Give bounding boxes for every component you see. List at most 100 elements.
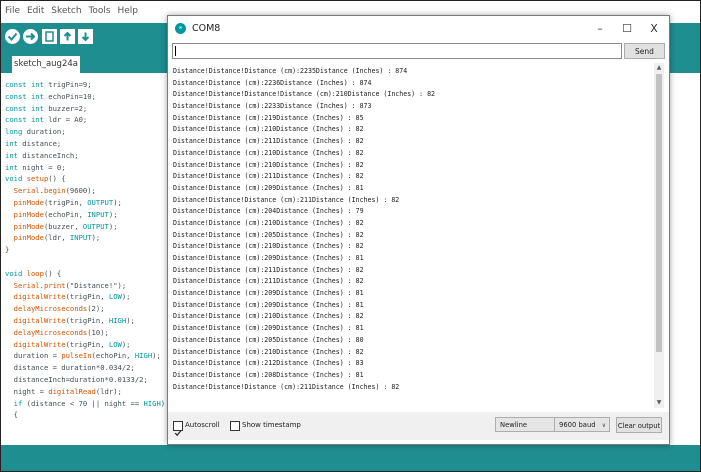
serial-output[interactable]: Distance!Distance!Distance (cm):2235Dist… — [172, 63, 654, 408]
code-line: duration = pulseIn(echoPin, HIGH); — [5, 350, 165, 362]
close-icon: X — [650, 22, 658, 35]
clear-output-button[interactable]: Clear output — [616, 417, 662, 433]
scroll-up-icon[interactable]: ▲ — [654, 63, 664, 73]
code-token: ); — [108, 209, 118, 219]
code-token: buzzer=2; — [43, 103, 88, 113]
window-title: COM8 — [192, 23, 221, 34]
output-line: Distance!Distance (cm):211Distance (Inch… — [173, 265, 364, 274]
checkmark-icon — [174, 430, 182, 437]
menu-file[interactable]: File — [5, 1, 20, 21]
code-token: distanceInch; — [17, 150, 79, 160]
code-line: void loop() { — [5, 268, 165, 280]
output-line: Distance!Distance (cm):219Distance (Inch… — [173, 113, 364, 122]
menu-tools[interactable]: Tools — [88, 1, 110, 21]
output-line: Distance!Distance (cm):211Distance (Inch… — [173, 277, 364, 286]
maximize-button[interactable]: ☐ — [615, 16, 639, 42]
code-token: OUTPUT — [82, 221, 109, 231]
output-line: Distance!Distance (cm):2236Distance (Inc… — [173, 78, 372, 87]
serial-input-field[interactable] — [172, 43, 622, 59]
baud-rate-value: 9600 baud — [559, 421, 596, 429]
code-token: (2); — [87, 304, 105, 314]
minimize-icon: – — [597, 22, 603, 35]
code-token: (echoPin, — [43, 209, 88, 219]
output-line: Distance!Distance (cm):209Distance (Inch… — [173, 300, 364, 309]
save-button[interactable] — [78, 29, 93, 44]
verify-button[interactable] — [5, 29, 20, 44]
code-line: long duration; — [5, 126, 165, 138]
output-line: Distance!Distance (cm):205Distance (Inch… — [173, 335, 364, 344]
code-token: ); — [126, 315, 135, 325]
menu-help[interactable]: Help — [118, 1, 139, 21]
code-token: delayMicroseconds — [13, 304, 88, 314]
code-token: (10); — [87, 327, 109, 337]
code-line: pinMode(buzzer, OUTPUT); — [5, 221, 165, 233]
close-button[interactable]: X — [642, 16, 666, 42]
code-token: const int — [5, 80, 44, 89]
line-ending-value: Newline — [500, 421, 528, 429]
autoscroll-checkbox[interactable] — [173, 421, 183, 437]
menu-sketch[interactable]: Sketch — [51, 1, 81, 21]
code-token: Serial — [13, 186, 40, 196]
code-token: ) — [160, 398, 166, 408]
arduino-icon: ∞ — [175, 23, 186, 34]
output-lines: Distance!Distance!Distance (cm):2235Dist… — [173, 66, 435, 393]
code-token: if — [13, 398, 23, 408]
code-line: int night = 0; — [5, 162, 165, 174]
code-token: distanceInch=duration*0.0133/2; — [5, 374, 148, 384]
code-token: long — [5, 127, 23, 137]
code-token: (trigPin, — [43, 197, 88, 207]
code-token: digitalWrite — [13, 292, 66, 302]
line-ending-select[interactable]: Newline ∨ — [495, 417, 563, 432]
code-token: LOW — [108, 292, 122, 302]
code-token: HIGH — [143, 398, 161, 408]
code-token: int — [5, 138, 18, 148]
code-token: pinMode — [13, 221, 44, 231]
upload-button[interactable] — [23, 29, 38, 44]
code-token: { — [5, 410, 18, 420]
code-token: pulseIn — [61, 351, 92, 361]
ide-console-area — [1, 445, 700, 471]
show-timestamp-label: Show timestamp — [242, 421, 301, 429]
code-token: () { — [43, 268, 62, 278]
scroll-down-icon[interactable]: ▼ — [654, 398, 664, 408]
send-button[interactable]: Send — [624, 43, 665, 59]
show-timestamp-checkbox[interactable] — [230, 421, 240, 431]
code-token: int — [5, 150, 18, 160]
code-token: void — [5, 268, 23, 278]
code-line: pinMode(trigPin, OUTPUT); — [5, 197, 165, 209]
new-sketch-button[interactable] — [42, 29, 57, 44]
open-button[interactable] — [60, 29, 75, 44]
output-line: Distance!Distance (cm):210Distance (Inch… — [173, 242, 364, 251]
code-token: ); — [121, 339, 131, 349]
code-token: distance = duration*0.034/2; — [5, 363, 135, 373]
arrow-up-icon — [63, 31, 72, 41]
scroll-thumb[interactable] — [656, 74, 662, 352]
code-line: } — [5, 244, 165, 256]
vertical-scrollbar[interactable]: ▲ ▼ — [654, 63, 664, 408]
code-token: HIGH — [134, 351, 153, 361]
code-token: night = 0; — [17, 162, 66, 172]
check-icon — [7, 32, 18, 41]
code-line: night = digitalRead(ldr); — [5, 386, 165, 398]
code-line: Serial.print("Distance!"); — [5, 280, 165, 292]
code-token: Serial — [13, 280, 40, 290]
tab-sketch[interactable]: sketch_aug24a — [12, 56, 80, 73]
baud-rate-select[interactable]: 9600 baud ∨ — [554, 417, 610, 432]
serial-monitor-window: ∞ COM8 – ☐ X Send Distance!Distance!Dist… — [167, 15, 670, 445]
output-line: Distance!Distance (cm):211Distance (Inch… — [173, 172, 364, 181]
minimize-button[interactable]: – — [588, 16, 612, 42]
code-token: INPUT — [87, 209, 109, 219]
code-token: begin — [43, 186, 66, 196]
output-line: Distance!Distance (cm):209Distance (Inch… — [173, 254, 364, 262]
code-token: INPUT — [69, 233, 92, 243]
code-token: const int — [5, 103, 44, 113]
code-line: distanceInch=duration*0.0133/2; — [5, 374, 165, 386]
menu-edit[interactable]: Edit — [27, 1, 44, 21]
code-token: print — [43, 280, 66, 290]
